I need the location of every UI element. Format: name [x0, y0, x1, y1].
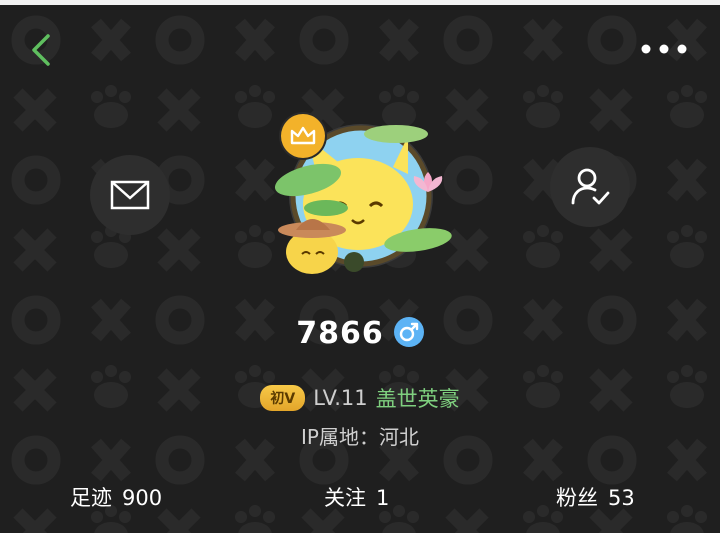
more-options-button[interactable] [636, 34, 696, 64]
envelope-icon [110, 180, 150, 210]
crown-badge [281, 114, 325, 158]
level-row: 初V LV.11 盖世英豪 [0, 383, 720, 413]
male-gender-icon [393, 316, 424, 347]
stats-bar: 足迹 900 关注 1 粉丝 53 [0, 482, 720, 516]
stat-fans-label: 粉丝 [556, 486, 598, 510]
stat-fans-value: 53 [608, 486, 635, 510]
user-check-icon [571, 168, 610, 205]
follow-status-button[interactable] [550, 147, 630, 227]
message-button[interactable] [90, 155, 170, 235]
crown-icon [290, 126, 316, 145]
vip-badge[interactable]: 初V [260, 385, 306, 411]
ellipsis-icon [641, 44, 687, 54]
ip-location: IP属地：河北 [301, 425, 419, 449]
stat-following-label: 关注 [324, 486, 366, 510]
stat-following-value: 1 [376, 486, 390, 510]
chevron-left-icon [32, 34, 50, 66]
stat-footprint[interactable]: 足迹 900 [70, 482, 162, 512]
stat-footprint-value: 900 [122, 486, 163, 510]
stat-following[interactable]: 关注 1 [324, 482, 389, 512]
username: 7866 [296, 316, 384, 351]
name-row: 7866 [0, 316, 720, 351]
stat-fans[interactable]: 粉丝 53 [556, 482, 635, 512]
level-label: LV.11 [313, 386, 368, 410]
level-title: 盖世英豪 [375, 387, 460, 411]
stat-footprint-label: 足迹 [70, 486, 112, 510]
back-button[interactable] [24, 28, 60, 72]
